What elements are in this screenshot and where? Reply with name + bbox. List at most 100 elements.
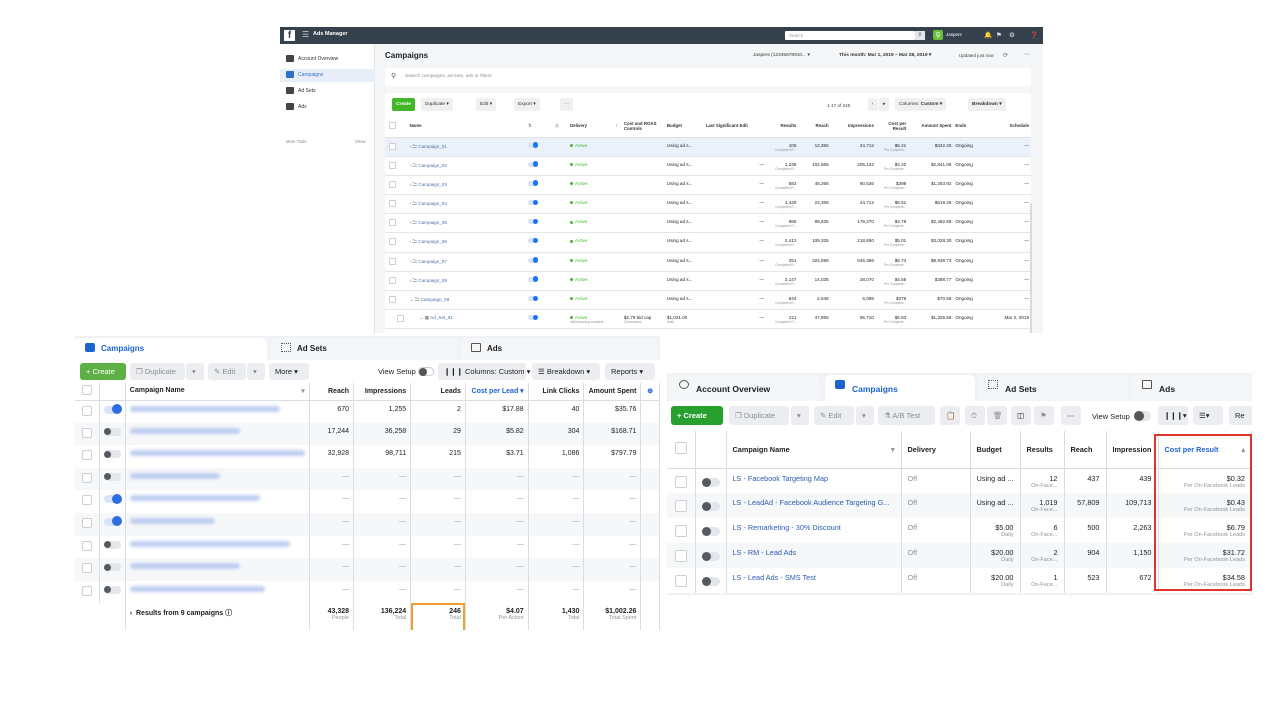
- row-checkbox[interactable]: [81, 585, 92, 596]
- campaign-name-link[interactable]: Campaign_01: [418, 144, 447, 149]
- column-header-delivery[interactable]: Delivery: [568, 115, 614, 138]
- campaign-name-link[interactable]: LS - Lead Ads - SMS Test: [733, 573, 816, 582]
- more-options-icon[interactable]: ⋯: [1024, 51, 1030, 58]
- tab-ad-sets[interactable]: Ad Sets: [271, 338, 457, 360]
- search-icon[interactable]: ⚲: [915, 31, 925, 40]
- campaign-toggle[interactable]: [701, 477, 720, 487]
- table-row[interactable]: LS - LeadAd - Facebook Audience Targetin…: [667, 493, 1252, 518]
- column-header-campaign-name[interactable]: Campaign Name ▾: [125, 383, 310, 401]
- row-checkbox[interactable]: [81, 517, 92, 528]
- campaign-name-link-redacted[interactable]: [129, 495, 260, 502]
- reports-button[interactable]: Reports ▾: [605, 363, 655, 380]
- campaign-name-link-redacted[interactable]: [129, 563, 240, 570]
- row-checkbox[interactable]: [81, 540, 92, 551]
- column-header-cost-controls[interactable]: Cost and ROAS Controls: [621, 115, 665, 138]
- row-checkbox[interactable]: [389, 257, 396, 265]
- user-avatar[interactable]: g: [933, 30, 943, 40]
- tab-ad-sets[interactable]: Ad Sets: [978, 375, 1128, 402]
- tab-account-overview[interactable]: Account Overview: [669, 375, 819, 402]
- expand-chevron-icon[interactable]: ›: [130, 610, 132, 617]
- campaign-name-link-redacted[interactable]: [129, 472, 220, 479]
- column-header-name[interactable]: Name: [407, 115, 527, 138]
- refresh-icon[interactable]: ⟳: [1003, 52, 1008, 59]
- table-row[interactable]: 17,244 36,258 29 $5.82 304 $168.71: [75, 422, 660, 446]
- tab-ads[interactable]: Ads: [1132, 375, 1252, 402]
- expand-chevron-icon[interactable]: ›: [410, 144, 412, 149]
- row-checkbox[interactable]: [674, 550, 687, 562]
- export-button[interactable]: Export ▾: [514, 98, 540, 111]
- table-row[interactable]: 670 1,255 2 $17.88 40 $35.76: [75, 400, 660, 423]
- campaign-toggle[interactable]: [103, 427, 121, 436]
- help-icon[interactable]: ❓: [1030, 31, 1038, 39]
- campaign-name-link-redacted[interactable]: [129, 405, 280, 412]
- column-header-results[interactable]: Results: [1020, 431, 1065, 469]
- campaign-toggle[interactable]: [103, 563, 121, 572]
- table-scrollbar[interactable]: [1030, 203, 1032, 333]
- campaign-toggle[interactable]: [701, 577, 720, 586]
- column-header-schedule[interactable]: Schedule: [992, 115, 1031, 138]
- campaign-toggle[interactable]: [701, 502, 720, 511]
- expand-chevron-icon[interactable]: ⌄: [410, 297, 414, 302]
- column-header-impressions[interactable]: Impression: [1106, 431, 1159, 469]
- campaign-toggle[interactable]: [528, 257, 539, 263]
- column-header-last-edit[interactable]: Last Significant Edit: [703, 115, 767, 138]
- column-header-amount-spent[interactable]: Amount Spent: [908, 115, 954, 138]
- table-row[interactable]: › 🗀 Campaign_04 Active Using ad s... —1,429…: [385, 194, 1031, 215]
- campaign-name-link[interactable]: LS - RM - Lead Ads: [733, 548, 797, 557]
- row-checkbox[interactable]: [389, 276, 396, 284]
- duplicate-button[interactable]: ❐ Duplicate: [729, 406, 789, 425]
- campaign-toggle[interactable]: [528, 314, 539, 321]
- campaign-toggle[interactable]: [103, 450, 121, 459]
- sidebar-item-ads[interactable]: Ads: [280, 101, 375, 114]
- campaign-name-link[interactable]: Campaign_08: [418, 278, 447, 283]
- add-column-icon[interactable]: ⊕: [640, 383, 660, 401]
- trash-icon[interactable]: 🗑: [987, 406, 1007, 425]
- column-header-reach[interactable]: Reach: [798, 115, 831, 138]
- sort-icon[interactable]: ▾: [891, 445, 895, 454]
- column-header-budget[interactable]: Budget: [664, 115, 704, 138]
- column-header-results[interactable]: Results: [766, 115, 799, 138]
- column-header-budget[interactable]: Budget: [970, 431, 1021, 469]
- campaign-name-link-redacted[interactable]: [129, 427, 240, 434]
- row-checkbox[interactable]: [389, 200, 396, 208]
- campaign-name-link-redacted[interactable]: [129, 540, 290, 547]
- row-checkbox[interactable]: [389, 238, 396, 246]
- table-row[interactable]: › 🗀 Campaign_05 Active Using ad s... —985 Co…: [385, 213, 1031, 234]
- campaign-toggle[interactable]: [701, 527, 720, 536]
- row-checkbox[interactable]: [81, 495, 92, 506]
- breakdown-button[interactable]: ☰▾: [1193, 406, 1223, 425]
- campaign-name-link[interactable]: Campaign_05: [418, 220, 447, 225]
- campaign-search-input[interactable]: ⚲ Search campaigns, ad sets, ads or filte…: [385, 68, 1031, 86]
- select-all-checkbox[interactable]: [389, 122, 396, 130]
- row-checkbox[interactable]: [389, 161, 396, 169]
- duplicate-dropdown[interactable]: ▾: [791, 406, 809, 425]
- expand-chevron-icon[interactable]: ›: [410, 239, 412, 244]
- column-header-impressions[interactable]: Impressions: [830, 115, 876, 138]
- edit-button[interactable]: ✎ Edit: [814, 406, 854, 425]
- tab-campaigns[interactable]: Campaigns: [825, 375, 975, 402]
- table-row[interactable]: › 🗀 Campaign_01 Active Using ad s... 105 Com…: [385, 137, 1031, 157]
- column-header-campaign-name[interactable]: Campaign Name ▾: [726, 431, 902, 469]
- campaign-toggle[interactable]: [528, 180, 539, 186]
- column-header-warning[interactable]: ⚠: [552, 115, 568, 138]
- campaign-name-link[interactable]: Campaign_04: [418, 201, 447, 206]
- create-button[interactable]: + Create: [671, 406, 723, 425]
- campaign-name-link[interactable]: Campaign_09: [421, 297, 450, 302]
- row-checkbox[interactable]: [389, 219, 396, 227]
- columns-button[interactable]: Columns: Custom ▾: [895, 98, 947, 111]
- row-checkbox[interactable]: [389, 180, 396, 188]
- date-range-picker[interactable]: This month: Mar 1, 2019 – Mar 28, 2019 ▾: [839, 53, 931, 58]
- row-checkbox[interactable]: [389, 296, 396, 303]
- table-row[interactable]: — — — — — —: [75, 558, 660, 581]
- campaign-name-link[interactable]: Campaign_06: [418, 239, 447, 244]
- campaign-toggle[interactable]: [103, 493, 122, 504]
- flag-icon[interactable]: ⚑: [996, 31, 1002, 39]
- create-button[interactable]: Create: [392, 98, 415, 111]
- preview-icon[interactable]: ◫: [1011, 406, 1031, 425]
- table-row[interactable]: LS - Facebook Targeting Map Off Using ad .…: [667, 468, 1252, 493]
- sidebar-item-account-overview[interactable]: Account Overview: [280, 53, 375, 66]
- edit-button[interactable]: ✎ Edit: [208, 363, 246, 380]
- campaign-name-link[interactable]: Ad_Set_01: [430, 315, 453, 320]
- account-selector[interactable]: Jaspers (12345678910... ▾: [753, 53, 810, 58]
- bell-icon[interactable]: 🔔: [984, 31, 992, 39]
